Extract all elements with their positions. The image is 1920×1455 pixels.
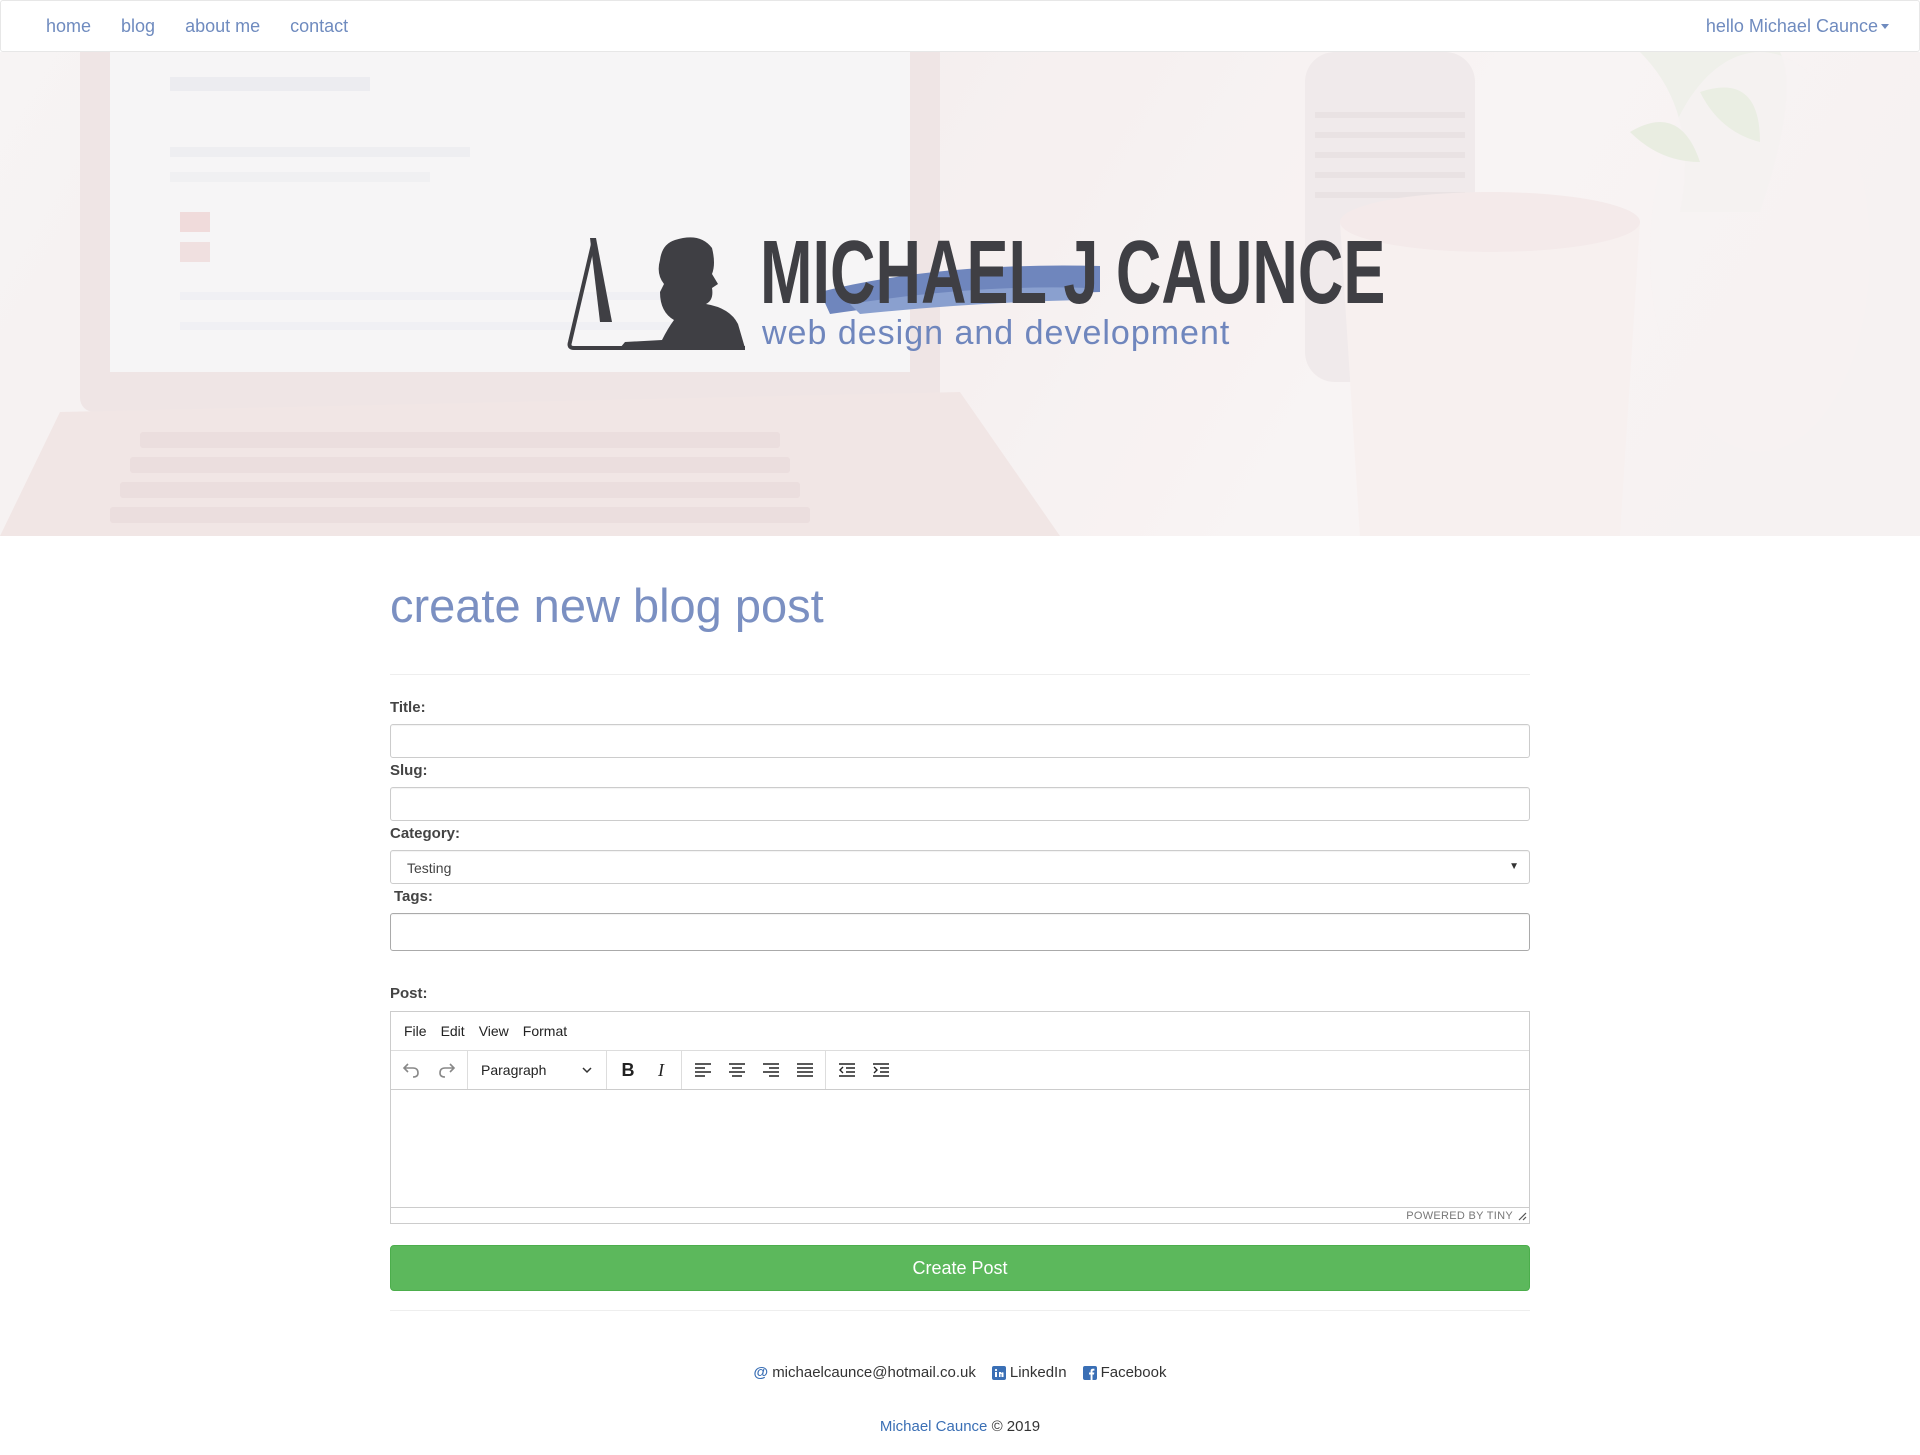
- footer-email: michaelcaunce@hotmail.co.uk: [772, 1364, 976, 1381]
- brand-tagline: web design and development: [762, 314, 1231, 352]
- toolbar-separator: [825, 1051, 826, 1089]
- category-select-value: Testing: [407, 860, 452, 876]
- toolbar-separator: [681, 1051, 682, 1089]
- outdent-icon[interactable]: [832, 1056, 862, 1084]
- nav-contact-link[interactable]: contact: [275, 16, 363, 37]
- tags-input[interactable]: [390, 913, 1530, 951]
- page-title: create new blog post: [390, 579, 824, 632]
- create-post-button[interactable]: Create Post: [390, 1245, 1530, 1291]
- user-menu-label: hello Michael Caunce: [1705, 15, 1878, 36]
- slug-label: Slug:: [390, 762, 428, 779]
- redo-icon[interactable]: [432, 1056, 462, 1084]
- menu-format[interactable]: Format: [516, 1023, 574, 1039]
- post-label: Post:: [390, 985, 428, 1002]
- nav-about-link[interactable]: about me: [170, 16, 275, 37]
- align-left-icon[interactable]: [688, 1056, 718, 1084]
- category-select[interactable]: Testing ▼: [390, 850, 1530, 884]
- title-divider: [390, 674, 1530, 675]
- footer-linkedin-link[interactable]: LinkedIn: [991, 1364, 1067, 1381]
- align-center-icon[interactable]: [722, 1056, 752, 1084]
- dropdown-arrow-icon: ▼: [1509, 861, 1519, 872]
- toolbar-separator: [467, 1051, 468, 1089]
- caret-down-icon: [1881, 23, 1889, 29]
- italic-icon[interactable]: I: [646, 1056, 676, 1084]
- undo-icon[interactable]: [396, 1056, 426, 1084]
- footer-linkedin: LinkedIn: [1009, 1364, 1067, 1381]
- category-label: Category:: [390, 825, 461, 842]
- block-format-value: Paragraph: [481, 1062, 547, 1078]
- editor-toolbar: Paragraph B I: [391, 1051, 1529, 1090]
- nav-links: home blog about me contact: [31, 1, 363, 51]
- footer-divider: [390, 1310, 1530, 1311]
- menu-view[interactable]: View: [472, 1023, 516, 1039]
- title-label: Title:: [390, 699, 426, 716]
- powered-by-link[interactable]: POWERED BY TINY: [1406, 1210, 1513, 1222]
- align-right-icon[interactable]: [756, 1056, 786, 1084]
- rich-text-editor: File Edit View Format Paragraph B I POWE…: [390, 1011, 1530, 1224]
- chevron-down-icon: [582, 1067, 592, 1074]
- slug-input[interactable]: [390, 787, 1530, 821]
- menu-file[interactable]: File: [397, 1023, 434, 1039]
- title-input[interactable]: [390, 724, 1530, 758]
- copyright-name-link[interactable]: Michael Caunce: [880, 1418, 988, 1435]
- indent-icon[interactable]: [866, 1056, 896, 1084]
- menu-edit[interactable]: Edit: [434, 1023, 472, 1039]
- user-menu-dropdown[interactable]: hello Michael Caunce: [1706, 1, 1889, 51]
- brand-name: MICHAEL J CAUNCE: [760, 223, 1386, 323]
- nav-blog-link[interactable]: blog: [106, 16, 170, 37]
- resize-handle-icon[interactable]: [1517, 1211, 1527, 1221]
- bold-icon[interactable]: B: [613, 1056, 643, 1084]
- at-icon: @: [753, 1364, 769, 1381]
- editor-statusbar: POWERED BY TINY: [391, 1207, 1529, 1223]
- footer-links: @ michaelcaunce@hotmail.co.uk LinkedIn F…: [0, 1364, 1920, 1381]
- footer-facebook-link[interactable]: Facebook: [1082, 1364, 1167, 1381]
- copyright-year: © 2019: [991, 1418, 1041, 1435]
- tags-label: Tags:: [394, 888, 433, 905]
- facebook-icon: [1082, 1365, 1097, 1380]
- editor-content-area[interactable]: [391, 1090, 1529, 1208]
- nav-home-link[interactable]: home: [31, 16, 106, 37]
- copyright: Michael Caunce © 2019: [0, 1418, 1920, 1435]
- hero-banner: MICHAEL J CAUNCE web design and developm…: [0, 52, 1920, 536]
- footer-facebook: Facebook: [1100, 1364, 1167, 1381]
- toolbar-separator: [606, 1051, 607, 1089]
- linkedin-icon: [991, 1365, 1006, 1380]
- block-format-select[interactable]: Paragraph: [473, 1056, 603, 1084]
- align-justify-icon[interactable]: [790, 1056, 820, 1084]
- footer-email-link[interactable]: @ michaelcaunce@hotmail.co.uk: [754, 1364, 976, 1381]
- navbar: home blog about me contact hello Michael…: [0, 0, 1920, 52]
- editor-menubar: File Edit View Format: [391, 1012, 1529, 1051]
